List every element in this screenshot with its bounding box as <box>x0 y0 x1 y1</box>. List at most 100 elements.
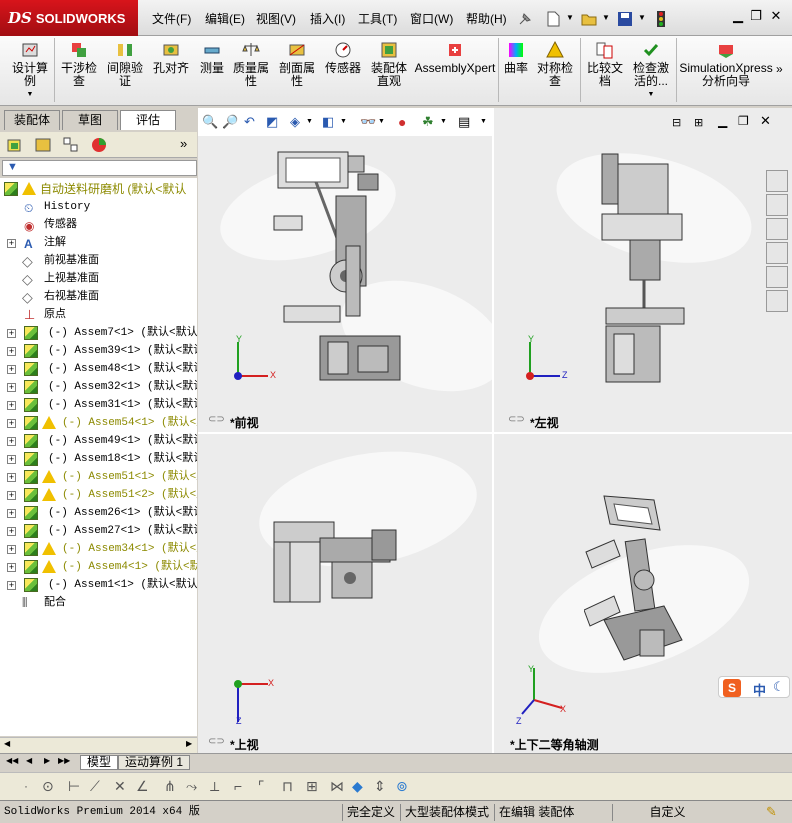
fillet-icon[interactable]: ⌜ <box>258 778 265 795</box>
assembly-visualization-button[interactable]: 装配体 直观 <box>366 40 412 88</box>
expand-icon[interactable]: + <box>7 329 16 338</box>
corner-icon[interactable]: ⌐ <box>234 778 242 794</box>
graphics-area[interactable]: 🔍 🔎 ↶ ◩ ◈ ▼ ◧ ▼ 👓 ▼ ● ☘ ▼ ▤ ▼ Y X ⊂⊃ *前视… <box>198 108 792 754</box>
menu-file[interactable]: 文件(F) <box>152 10 191 27</box>
menu-tools[interactable]: 工具(T) <box>358 10 397 27</box>
display-manager-icon[interactable] <box>90 136 108 154</box>
tree-item[interactable]: + (-) Assem39<1> (默认<默认_ <box>0 342 197 360</box>
feature-manager-icon[interactable] <box>6 136 24 154</box>
link-views-icon[interactable]: ⊂⊃ <box>208 736 225 747</box>
menu-insert[interactable]: 插入(I) <box>310 10 345 27</box>
point-icon[interactable]: · <box>24 779 28 793</box>
restore-icon[interactable]: ❐ <box>748 9 764 23</box>
tree-item[interactable]: + (-) Assem54<1> (默认<默 <box>0 414 197 432</box>
link-views-icon[interactable]: ⊂⊃ <box>508 414 525 425</box>
menu-view[interactable]: 视图(V) <box>256 10 296 27</box>
expand-icon[interactable]: + <box>7 563 16 572</box>
view-orientation-icon[interactable]: ◈ <box>290 114 300 130</box>
viewport-isometric[interactable]: Y X Z *上下二等角轴测 <box>494 434 792 754</box>
section-view-icon[interactable]: ◩ <box>266 114 278 130</box>
close-icon[interactable]: ✕ <box>768 9 784 23</box>
tree-item[interactable]: + (-) Assem49<1> (默认<默认_ <box>0 432 197 450</box>
view-palette-icon[interactable] <box>766 242 788 264</box>
chevron-down-icon[interactable]: ▼ <box>378 118 385 125</box>
tree-item[interactable]: + (-) Assem48<1> (默认<默认_ <box>0 360 197 378</box>
measure-button[interactable]: 测量 <box>196 40 228 75</box>
section-properties-button[interactable]: 剖面属 性 <box>276 40 318 88</box>
save-icon[interactable] <box>616 10 634 28</box>
tree-item-mates[interactable]: ⫴ 配合 <box>0 594 197 612</box>
expand-icon[interactable]: + <box>7 419 16 428</box>
viewport-left[interactable]: ⊟ ⊞ ▁ ❐ ✕ Y Z ⊂⊃ *左视 <box>494 108 792 432</box>
close-pane-icon[interactable]: ✕ <box>760 113 771 129</box>
tab-assembly[interactable]: 装配体 <box>4 110 60 130</box>
expand-icon[interactable]: + <box>7 383 16 392</box>
tile-vertical-icon[interactable]: ⊞ <box>694 116 703 129</box>
clearance-verification-button[interactable]: 间隙验 证 <box>104 40 146 88</box>
traffic-light-icon[interactable] <box>652 10 670 28</box>
zoom-fit-icon[interactable]: 🔍 <box>202 114 218 130</box>
notes-icon[interactable]: ✎ <box>766 804 777 820</box>
dropdown-arrow-icon[interactable]: ▼ <box>566 13 574 22</box>
tree-item[interactable]: + (-) Assem27<1> (默认<默认_ <box>0 522 197 540</box>
menu-edit[interactable]: 编辑(E) <box>205 10 245 27</box>
tree-item[interactable]: + (-) Assem34<1> (默认<默 <box>0 540 197 558</box>
tab-last-icon[interactable]: ▶▶ <box>58 756 70 765</box>
sensor-button[interactable]: 传感器 <box>322 40 364 75</box>
tree-item[interactable]: + (-) Assem4<1> (默认<默认 <box>0 558 197 576</box>
tree-item[interactable]: + (-) Assem7<1> (默认<默认_ <box>0 324 197 342</box>
quick-snap-icon[interactable]: ⊚ <box>396 778 408 795</box>
smart-dimension-icon[interactable]: ⊓ <box>282 778 293 795</box>
solidworks-resources-icon[interactable] <box>766 170 788 192</box>
scroll-right-icon[interactable]: ▶ <box>186 739 192 748</box>
expand-icon[interactable]: + <box>7 509 16 518</box>
tab-motion-study[interactable]: 运动算例 1 <box>118 755 191 770</box>
simulationxpress-button[interactable]: SimulationXpress 分析向导 <box>678 40 774 88</box>
tree-item[interactable]: + (-) Assem18<1> (默认<默认_ <box>0 450 197 468</box>
expand-icon[interactable]: + <box>7 581 16 590</box>
tab-next-icon[interactable]: ▶ <box>44 756 50 765</box>
new-document-icon[interactable] <box>544 10 562 28</box>
assemblyxpert-button[interactable]: AssemblyXpert <box>414 40 496 75</box>
dropdown-arrow-icon[interactable]: ▼ <box>638 13 646 22</box>
chevron-down-icon[interactable]: ▼ <box>440 118 447 125</box>
scroll-left-icon[interactable]: ◀ <box>4 739 10 748</box>
custom-properties-icon[interactable] <box>766 290 788 312</box>
expand-icon[interactable]: + <box>7 491 16 500</box>
chevron-down-icon[interactable]: ▼ <box>306 118 313 125</box>
tree-root[interactable]: 自动送料研磨机 (默认<默认 <box>0 180 197 198</box>
dimension-icon[interactable]: ⊢ <box>68 778 80 795</box>
tree-item[interactable]: + (-) Assem32<1> (默认<默认_ <box>0 378 197 396</box>
design-study-button[interactable]: 设计算 例 ▼ <box>6 40 54 101</box>
tree-item[interactable]: + (-) Assem51<1> (默认<默 <box>0 468 197 486</box>
design-library-icon[interactable] <box>766 194 788 216</box>
expand-icon[interactable]: + <box>7 401 16 410</box>
offset-icon[interactable]: ⟂ <box>210 778 219 795</box>
display-style-icon[interactable]: ◧ <box>322 114 334 130</box>
relation-icon[interactable]: ⊞ <box>306 778 318 795</box>
dropdown-arrow-icon[interactable]: ▼ <box>602 13 610 22</box>
trim-icon[interactable]: ⋔ <box>164 778 176 795</box>
appearances-icon[interactable] <box>766 266 788 288</box>
cross-icon[interactable]: ✕ <box>114 778 126 795</box>
chevron-right-icon[interactable]: » <box>776 62 783 76</box>
tree-filter[interactable]: ▼ <box>2 160 197 176</box>
tab-prev-icon[interactable]: ◀ <box>26 756 32 765</box>
scene-icon[interactable]: ☘ <box>422 114 434 130</box>
file-explorer-icon[interactable] <box>766 218 788 240</box>
status-units[interactable]: 自定义 <box>612 804 722 821</box>
zoom-area-icon[interactable]: 🔎 <box>222 114 238 130</box>
view-settings-icon[interactable]: ▤ <box>458 114 470 130</box>
expand-icon[interactable]: + <box>7 473 16 482</box>
chevron-down-icon[interactable]: ▼ <box>480 118 487 125</box>
open-folder-icon[interactable] <box>580 10 598 28</box>
extend-icon[interactable]: ⤳ <box>186 778 197 795</box>
property-manager-icon[interactable] <box>34 136 52 154</box>
expand-icon[interactable]: + <box>7 437 16 446</box>
tree-item[interactable]: ◇ 前视基准面 <box>0 252 197 270</box>
previous-view-icon[interactable]: ↶ <box>244 114 255 130</box>
link-views-icon[interactable]: ⊂⊃ <box>208 414 225 425</box>
expand-icon[interactable]: + <box>7 527 16 536</box>
expand-icon[interactable]: + <box>7 239 16 248</box>
appearance-icon[interactable]: ● <box>398 114 406 130</box>
